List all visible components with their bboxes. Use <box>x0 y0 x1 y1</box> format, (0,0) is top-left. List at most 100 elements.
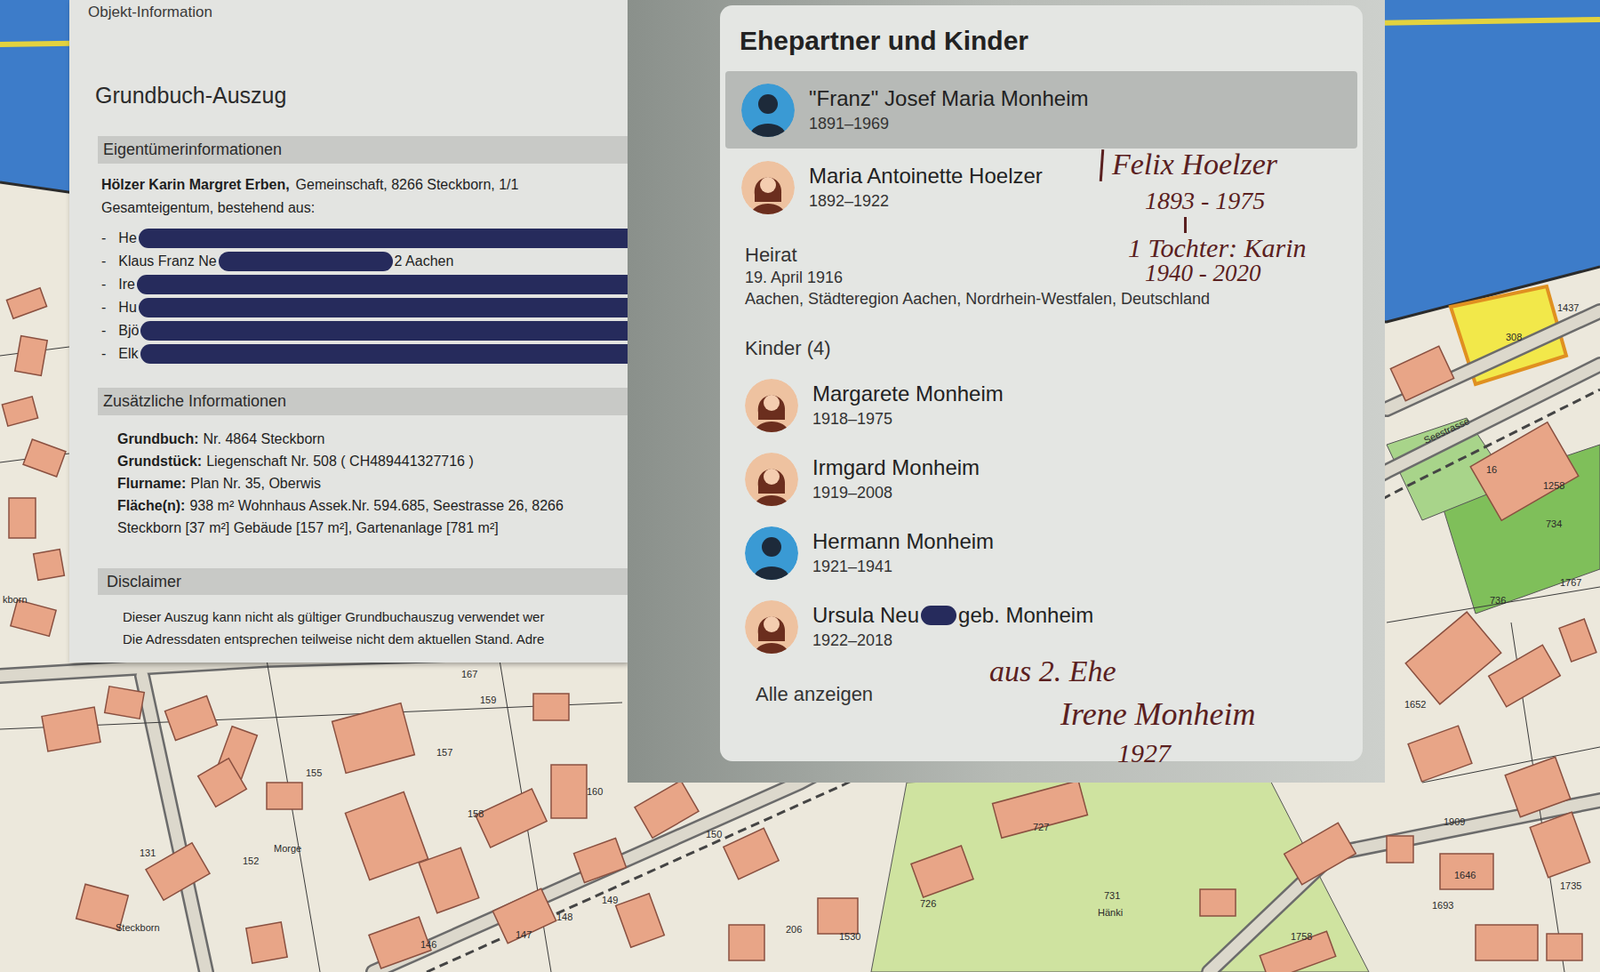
building <box>1284 822 1357 885</box>
spouse-years: 1891–1969 <box>808 112 1088 136</box>
member-row: -Elk <box>69 342 628 366</box>
member-entry: Elk <box>118 343 628 365</box>
children-list: Margarete Monheim1918–1975Irmgard Monhei… <box>720 368 1363 664</box>
spouse-years: 1892–1922 <box>808 189 1043 213</box>
marriage-place: Aachen, Städteregion Aachen, Nordrhein-W… <box>744 288 1338 310</box>
building <box>1 396 38 426</box>
child-row[interactable]: Ursula Neugeb. Monheim1922–2018 <box>720 589 1363 664</box>
building <box>723 827 779 879</box>
map-label: 1909 <box>1443 816 1465 828</box>
map-label: 1437 <box>1557 302 1579 314</box>
building <box>10 600 56 637</box>
redaction-bar <box>140 344 628 364</box>
grundbuch-panel: Objekt-InformationGrundbuch-AuszugEigent… <box>69 0 628 663</box>
section-header: Zusätzliche Informationen <box>97 387 628 416</box>
child-years: 1922–2018 <box>812 628 1094 652</box>
map-label: 148 <box>556 911 573 923</box>
info-label: Grundstück: <box>117 453 202 469</box>
member-row: -Ire <box>69 272 628 296</box>
building <box>198 758 248 808</box>
building <box>492 888 556 944</box>
pen-stroke <box>1184 216 1187 233</box>
spouse-name: Maria Antoinette Hoelzer <box>808 162 1043 190</box>
disclaimer-text: Dieser Auszug kann nicht als gültiger Gr… <box>69 605 628 650</box>
spouse-name: "Franz" Josef Maria Monheim <box>808 85 1088 112</box>
member-entry: He <box>118 227 628 249</box>
building <box>616 893 665 948</box>
children-label: Kinder (4) <box>720 336 1363 361</box>
spouse-info: Maria Antoinette Hoelzer1892–1922 <box>808 162 1043 213</box>
member-row: -Hu <box>69 296 628 320</box>
member-entry: Ire <box>118 273 628 296</box>
male-avatar-icon <box>741 83 795 137</box>
child-name: Margarete Monheim <box>812 380 1004 408</box>
map-label: 158 <box>467 808 484 820</box>
child-name-line: Irmgard Monheim <box>812 454 980 481</box>
disclaimer-line: Dieser Auszug kann nicht als gültiger Gr… <box>122 605 628 628</box>
info-row: Fläche(n):938 m² Wohnhaus Assek.Nr. 594.… <box>117 494 621 539</box>
building <box>1200 888 1236 916</box>
male-avatar-icon <box>744 526 799 580</box>
info-row: Flurname:Plan Nr. 35, Oberwis <box>117 472 621 495</box>
map-label: 152 <box>242 855 259 867</box>
panel-title: Grundbuch-Auszug <box>69 81 628 109</box>
building <box>728 924 765 960</box>
member-entry: Bjö <box>118 320 628 342</box>
member-name: Ire <box>118 273 136 296</box>
child-row[interactable]: Irmgard Monheim1919–2008 <box>720 441 1363 516</box>
building <box>1259 930 1336 972</box>
map-label: 160 <box>586 785 603 798</box>
building <box>6 288 47 319</box>
building <box>1546 933 1583 960</box>
map-label: 1652 <box>1404 698 1426 711</box>
member-name: He <box>118 227 136 249</box>
building <box>1529 811 1591 877</box>
building <box>634 780 699 839</box>
spouse-row[interactable]: "Franz" Josef Maria Monheim1891–1969 <box>725 71 1358 149</box>
list-marker: - <box>101 343 106 365</box>
map-label: Morge <box>273 842 302 855</box>
show-all-link[interactable]: Alle anzeigen <box>720 680 909 708</box>
section-header: Eigentümerinformationen <box>97 136 628 164</box>
owner-name: Hölzer Karin Margret Erben, <box>101 173 290 197</box>
building <box>817 897 858 934</box>
handwritten-note: Irene Monheim <box>1060 697 1256 730</box>
info-row: Grundstück:Liegenschaft Nr. 508 ( CH4894… <box>117 449 621 472</box>
building <box>1559 618 1597 662</box>
map-label: Hänki <box>1097 906 1123 919</box>
map-label: 736 <box>1489 594 1506 607</box>
map-label: 731 <box>1104 889 1120 902</box>
building <box>1470 422 1579 521</box>
member-entry: Klaus Franz Ne2 Aachen <box>118 250 628 272</box>
building <box>1475 924 1538 960</box>
child-row[interactable]: Margarete Monheim1918–1975 <box>720 368 1363 442</box>
handwritten-note: aus 2. Ehe <box>989 656 1117 687</box>
redaction-bar <box>140 320 628 341</box>
map-label: 206 <box>785 923 802 936</box>
member-name: Klaus Franz Ne <box>118 250 216 272</box>
child-row[interactable]: Hermann Monheim1921–1941 <box>720 515 1363 590</box>
building <box>551 764 587 818</box>
map-ground <box>0 0 1600 972</box>
member-name: Hu <box>118 296 136 319</box>
building <box>911 845 974 897</box>
park-haenki <box>871 764 1369 972</box>
building <box>1405 611 1502 704</box>
female-avatar-icon <box>744 600 799 654</box>
photo: kbornMorgeSteckborn131152155157158159160… <box>0 0 1600 972</box>
building <box>1408 725 1472 782</box>
redaction-bar <box>920 605 957 625</box>
building <box>992 780 1088 839</box>
building <box>475 788 547 848</box>
map-label: Seestrasse <box>1422 415 1472 447</box>
list-marker: - <box>101 320 106 342</box>
map-label: 131 <box>139 847 156 859</box>
building <box>246 921 288 963</box>
list-marker: - <box>101 273 106 296</box>
handwritten-note: 1940 - 2020 <box>1144 261 1262 286</box>
child-years: 1918–1975 <box>812 407 1004 431</box>
map-label: 1767 <box>1560 576 1582 589</box>
list-marker: - <box>101 227 106 249</box>
building <box>574 838 627 883</box>
child-years: 1921–1941 <box>812 554 994 578</box>
